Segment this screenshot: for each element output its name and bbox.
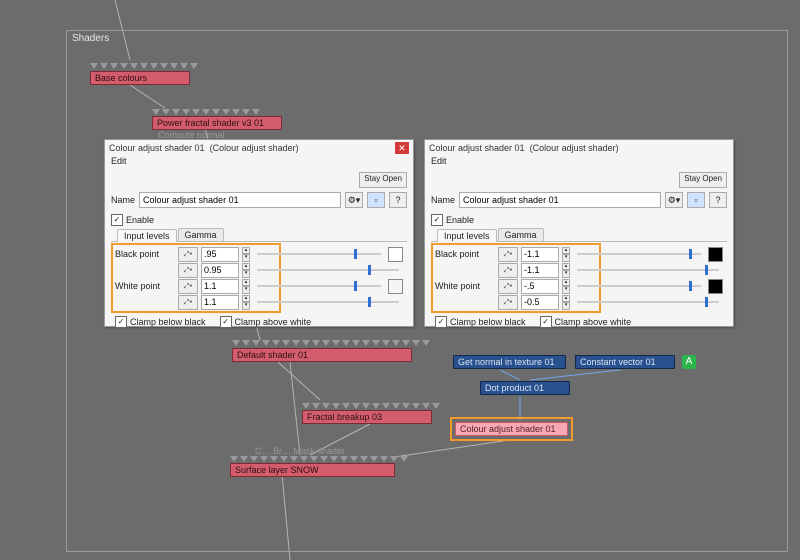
tab-gamma[interactable]: Gamma (498, 228, 544, 241)
node-label: Power fractal shader v3 01 (157, 118, 264, 128)
node-graph-canvas[interactable]: Shaders Base colours Power fractal shade… (0, 0, 800, 560)
stay-open-button[interactable]: Stay Open (359, 172, 407, 188)
shaders-group-label: Shaders (72, 33, 109, 44)
node-base-colours[interactable]: Base colours (90, 71, 190, 85)
gear-icon[interactable]: ⚙▾ (665, 192, 683, 208)
highlight-levels-right (431, 243, 601, 313)
clamp-above-checkbox[interactable] (220, 316, 232, 328)
clamp-above-label: Clamp above white (555, 317, 632, 327)
name-input[interactable] (459, 192, 661, 208)
white-point-swatch[interactable] (708, 279, 723, 294)
clamp-below-label: Clamp below black (130, 317, 206, 327)
close-icon[interactable]: ✕ (395, 142, 409, 154)
doc-icon[interactable]: ▫ (367, 192, 385, 208)
node-label: Constant vector 01 (580, 357, 656, 367)
white-point-slider-1[interactable] (257, 285, 381, 287)
tab-input-levels[interactable]: Input levels (117, 229, 177, 242)
name-label: Name (111, 195, 135, 205)
stay-open-button[interactable]: Stay Open (679, 172, 727, 188)
clamp-below-label: Clamp below black (450, 317, 526, 327)
doc-icon[interactable]: ▫ (687, 192, 705, 208)
clamp-below-checkbox[interactable] (115, 316, 127, 328)
white-point-slider-2[interactable] (577, 301, 719, 303)
enable-label: Enable (446, 215, 474, 225)
help-icon[interactable]: ? (389, 192, 407, 208)
panel-colour-adjust-left[interactable]: Colour adjust shader 01 (Colour adjust s… (104, 139, 414, 327)
node-surface-layer[interactable]: Surface layer SNOW (230, 463, 395, 477)
name-label: Name (431, 195, 455, 205)
enable-checkbox[interactable] (111, 214, 123, 226)
gear-icon[interactable]: ⚙▾ (345, 192, 363, 208)
help-icon[interactable]: ? (709, 192, 727, 208)
black-point-slider-2[interactable] (257, 269, 399, 271)
white-point-slider-1[interactable] (577, 285, 701, 287)
black-point-slider-2[interactable] (577, 269, 719, 271)
node-label: Surface layer SNOW (235, 465, 319, 475)
panel-title-name: Colour adjust shader 01 (109, 143, 205, 153)
node-label: Dot product 01 (485, 383, 544, 393)
node-dot-product[interactable]: Dot product 01 (480, 381, 570, 395)
white-point-swatch[interactable] (388, 279, 403, 294)
marker-a[interactable]: A (682, 355, 696, 369)
node-fractal-breakup[interactable]: Fractal breakup 03 (302, 410, 432, 424)
black-point-slider-1[interactable] (257, 253, 381, 255)
highlight-colour-adjust-node (450, 417, 573, 441)
panel-title-type: (Colour adjust shader) (530, 143, 619, 153)
black-point-swatch[interactable] (708, 247, 723, 262)
panel-colour-adjust-right[interactable]: Colour adjust shader 01 (Colour adjust s… (424, 139, 734, 327)
node-get-normal[interactable]: Get normal in texture 01 (453, 355, 566, 369)
name-input[interactable] (139, 192, 341, 208)
enable-label: Enable (126, 215, 154, 225)
tab-input-levels[interactable]: Input levels (437, 229, 497, 242)
tab-gamma[interactable]: Gamma (178, 228, 224, 241)
node-power-fractal[interactable]: Power fractal shader v3 01 (152, 116, 282, 130)
menu-edit[interactable]: Edit (431, 156, 447, 166)
panel-title-type: (Colour adjust shader) (210, 143, 299, 153)
enable-checkbox[interactable] (431, 214, 443, 226)
clamp-above-label: Clamp above white (235, 317, 312, 327)
black-point-slider-1[interactable] (577, 253, 701, 255)
node-constant-vector[interactable]: Constant vector 01 (575, 355, 675, 369)
node-label: Base colours (95, 73, 147, 83)
black-point-swatch[interactable] (388, 247, 403, 262)
port-label-mask-shader: C… Br… Mask shader (255, 446, 345, 456)
clamp-above-checkbox[interactable] (540, 316, 552, 328)
clamp-below-checkbox[interactable] (435, 316, 447, 328)
panel-title-name: Colour adjust shader 01 (429, 143, 525, 153)
node-label: Get normal in texture 01 (458, 357, 555, 367)
highlight-levels-left (111, 243, 281, 313)
node-label: Default shader 01 (237, 350, 308, 360)
white-point-slider-2[interactable] (257, 301, 399, 303)
menu-edit[interactable]: Edit (111, 156, 127, 166)
node-label: Fractal breakup 03 (307, 412, 382, 422)
node-default-shader[interactable]: Default shader 01 (232, 348, 412, 362)
